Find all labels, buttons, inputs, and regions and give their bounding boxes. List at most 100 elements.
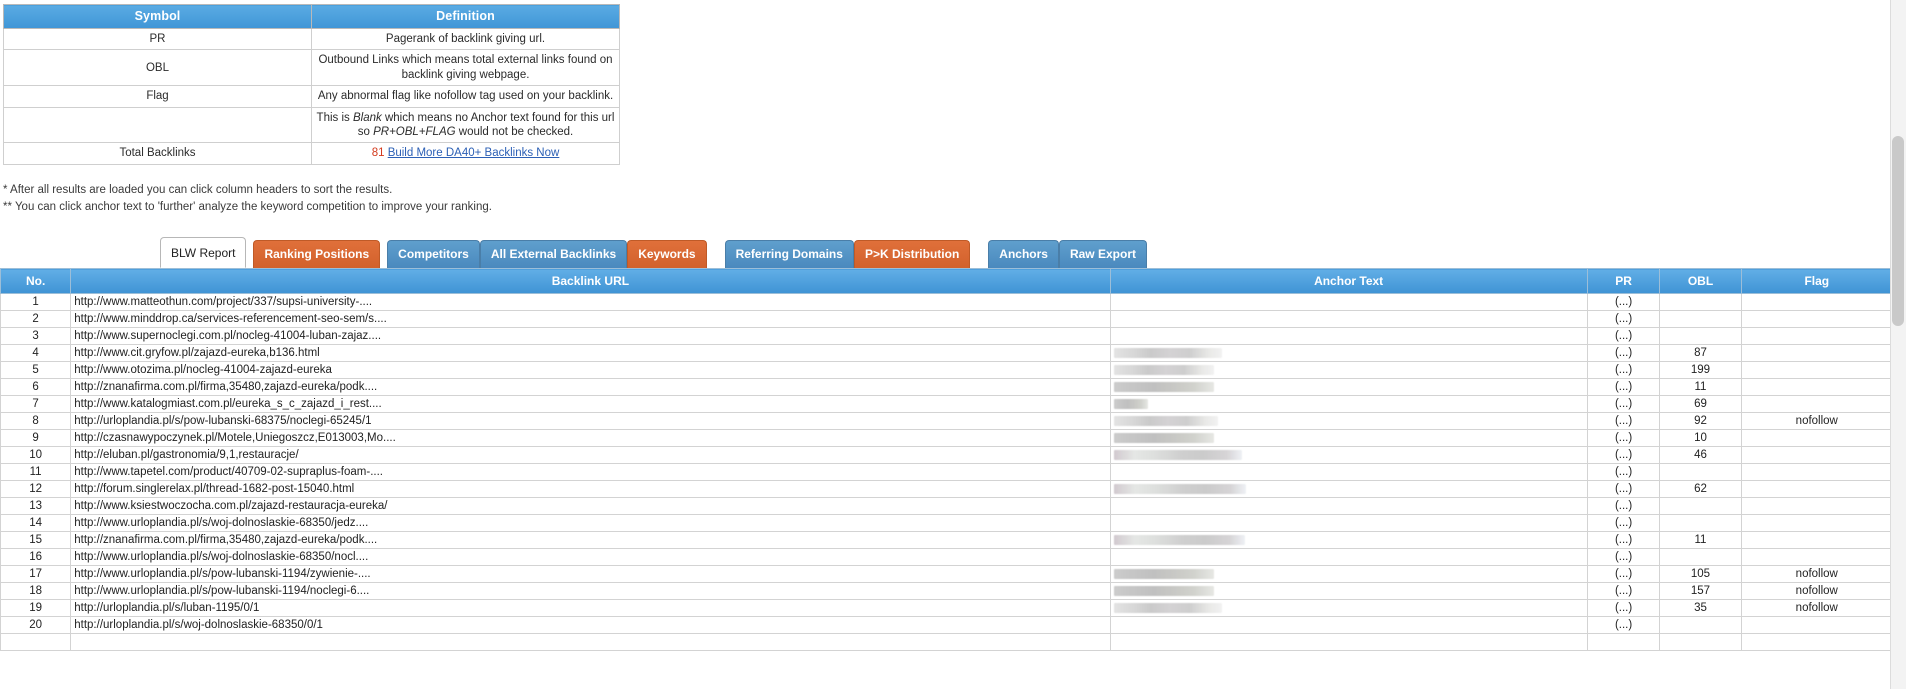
backlink-url-link[interactable]: http://www.cit.gryfow.pl/zajazd-eureka,b…	[74, 347, 319, 359]
pr-detail-link[interactable]: (...)	[1615, 602, 1632, 614]
backlink-url-link[interactable]: http://www.urloplandia.pl/s/woj-dolnosla…	[74, 551, 368, 563]
pr-detail-link[interactable]: (...)	[1615, 483, 1632, 495]
cell-anchor-text[interactable]	[1109, 293, 1588, 312]
cell-anchor-text[interactable]	[1109, 412, 1588, 431]
pr-detail-link[interactable]: (...)	[1615, 534, 1632, 546]
legend-symbol-total-backlinks: Total Backlinks	[3, 142, 312, 165]
backlink-url-link[interactable]: http://www.tapetel.com/product/40709-02-…	[74, 466, 383, 478]
backlink-url-link[interactable]: http://www.urloplandia.pl/s/pow-lubanski…	[74, 585, 369, 597]
pr-detail-link[interactable]: (...)	[1615, 415, 1632, 427]
anchor-text-redacted[interactable]	[1113, 586, 1214, 597]
cell-anchor-text[interactable]	[1109, 497, 1588, 516]
pr-detail-link[interactable]: (...)	[1615, 517, 1632, 529]
cell-pr: (...)	[1586, 480, 1661, 499]
pr-detail-link[interactable]: (...)	[1615, 330, 1632, 342]
backlink-url-link[interactable]: http://www.ksiestwoczocha.com.pl/zajazd-…	[74, 500, 387, 512]
anchor-text-redacted[interactable]	[1113, 399, 1148, 410]
pr-detail-link[interactable]: (...)	[1615, 568, 1632, 580]
cell-no: 2	[0, 310, 72, 329]
tab-competitors[interactable]: Competitors	[387, 240, 480, 269]
pr-detail-link[interactable]: (...)	[1615, 449, 1632, 461]
backlink-url-link[interactable]: http://znanafirma.com.pl/firma,35480,zaj…	[74, 381, 377, 393]
backlink-url-link[interactable]: http://www.supernoclegi.com.pl/nocleg-41…	[74, 330, 381, 342]
pr-detail-link[interactable]: (...)	[1615, 364, 1632, 376]
backlink-url-link[interactable]: http://forum.singlerelax.pl/thread-1682-…	[74, 483, 354, 495]
anchor-text-redacted[interactable]	[1113, 382, 1214, 393]
tab-all-external-backlinks[interactable]: All External Backlinks	[479, 240, 628, 269]
anchor-text-redacted[interactable]	[1113, 450, 1242, 461]
anchor-text-redacted[interactable]	[1113, 484, 1246, 495]
cell-anchor-text[interactable]	[1109, 633, 1588, 652]
cell-anchor-text[interactable]	[1109, 582, 1588, 601]
column-header-backlink-url[interactable]: Backlink URL	[70, 268, 1111, 295]
cell-anchor-text[interactable]	[1109, 327, 1588, 346]
cell-anchor-text[interactable]	[1109, 446, 1588, 465]
cell-anchor-text[interactable]	[1109, 616, 1588, 635]
cell-anchor-text[interactable]	[1109, 361, 1588, 380]
cell-anchor-text[interactable]	[1109, 531, 1588, 550]
cell-anchor-text[interactable]	[1109, 514, 1588, 533]
pr-detail-link[interactable]: (...)	[1615, 500, 1632, 512]
cell-anchor-text[interactable]	[1109, 548, 1588, 567]
cell-pr: (...)	[1586, 327, 1661, 346]
cell-anchor-text[interactable]	[1109, 599, 1588, 618]
pr-detail-link[interactable]: (...)	[1615, 619, 1632, 631]
backlink-url-link[interactable]: http://urloplandia.pl/s/luban-1195/0/1	[74, 602, 259, 614]
backlink-url-link[interactable]: http://www.urloplandia.pl/s/woj-dolnosla…	[74, 517, 368, 529]
cell-no: 12	[0, 480, 72, 499]
backlink-url-link[interactable]: http://www.otozima.pl/nocleg-41004-zajaz…	[74, 364, 332, 376]
cell-no: 18	[0, 582, 72, 601]
backlink-url-link[interactable]: http://czasnawypoczynek.pl/Motele,Uniego…	[74, 432, 396, 444]
pr-detail-link[interactable]: (...)	[1615, 466, 1632, 478]
anchor-text-redacted[interactable]	[1113, 348, 1222, 359]
anchor-text-redacted[interactable]	[1113, 569, 1214, 580]
column-header-obl[interactable]: OBL	[1659, 268, 1742, 295]
cell-anchor-text[interactable]	[1109, 429, 1588, 448]
anchor-text-redacted[interactable]	[1113, 433, 1214, 444]
cell-anchor-text[interactable]	[1109, 565, 1588, 584]
pr-detail-link[interactable]: (...)	[1615, 296, 1632, 308]
column-header-anchor-text[interactable]: Anchor Text	[1109, 268, 1588, 295]
column-header-flag[interactable]: Flag	[1740, 268, 1894, 295]
pr-detail-link[interactable]: (...)	[1615, 347, 1632, 359]
anchor-text-redacted[interactable]	[1113, 365, 1214, 376]
pr-detail-link[interactable]: (...)	[1615, 585, 1632, 597]
backlink-url-link[interactable]: http://urloplandia.pl/s/woj-dolnoslaskie…	[74, 619, 323, 631]
pr-detail-link[interactable]: (...)	[1615, 432, 1632, 444]
pr-detail-link[interactable]: (...)	[1615, 551, 1632, 563]
pr-detail-link[interactable]: (...)	[1615, 398, 1632, 410]
cell-flag	[1740, 378, 1894, 397]
cell-anchor-text[interactable]	[1109, 310, 1588, 329]
backlink-url-link[interactable]: http://www.minddrop.ca/services-referenc…	[74, 313, 387, 325]
tab-ranking-positions[interactable]: Ranking Positions	[253, 240, 381, 269]
column-header-pr[interactable]: PR	[1586, 268, 1661, 295]
pr-detail-link[interactable]: (...)	[1615, 313, 1632, 325]
anchor-text-redacted[interactable]	[1113, 603, 1222, 614]
backlink-url-link[interactable]: http://www.urloplandia.pl/s/pow-lubanski…	[74, 568, 370, 580]
cell-anchor-text[interactable]	[1109, 344, 1588, 363]
cell-obl	[1659, 463, 1742, 482]
vertical-scrollbar-thumb[interactable]	[1892, 136, 1904, 326]
tab-anchors[interactable]: Anchors	[988, 240, 1059, 269]
cell-pr: (...)	[1586, 344, 1661, 363]
backlink-url-link[interactable]: http://znanafirma.com.pl/firma,35480,zaj…	[74, 534, 377, 546]
vertical-scrollbar[interactable]	[1890, 0, 1906, 689]
pr-detail-link[interactable]: (...)	[1615, 381, 1632, 393]
column-header-no[interactable]: No.	[0, 268, 72, 295]
backlink-url-link[interactable]: http://eluban.pl/gastronomia/9,1,restaur…	[74, 449, 298, 461]
tab-pk-distribution[interactable]: P>K Distribution	[853, 240, 971, 269]
anchor-text-redacted[interactable]	[1113, 535, 1245, 546]
build-more-backlinks-link[interactable]: Build More DA40+ Backlinks Now	[388, 147, 560, 159]
tab-blw-report[interactable]: BLW Report	[160, 237, 247, 269]
cell-anchor-text[interactable]	[1109, 395, 1588, 414]
cell-anchor-text[interactable]	[1109, 463, 1588, 482]
cell-anchor-text[interactable]	[1109, 378, 1588, 397]
backlink-url-link[interactable]: http://urloplandia.pl/s/pow-lubanski-683…	[74, 415, 371, 427]
tab-keywords[interactable]: Keywords	[627, 240, 707, 269]
tab-referring-domains[interactable]: Referring Domains	[724, 240, 854, 269]
backlink-url-link[interactable]: http://www.katalogmiast.com.pl/eureka_s_…	[74, 398, 381, 410]
tab-raw-export[interactable]: Raw Export	[1058, 240, 1147, 269]
cell-anchor-text[interactable]	[1109, 480, 1588, 499]
anchor-text-redacted[interactable]	[1113, 416, 1218, 427]
backlink-url-link[interactable]: http://www.matteothun.com/project/337/su…	[74, 296, 372, 308]
